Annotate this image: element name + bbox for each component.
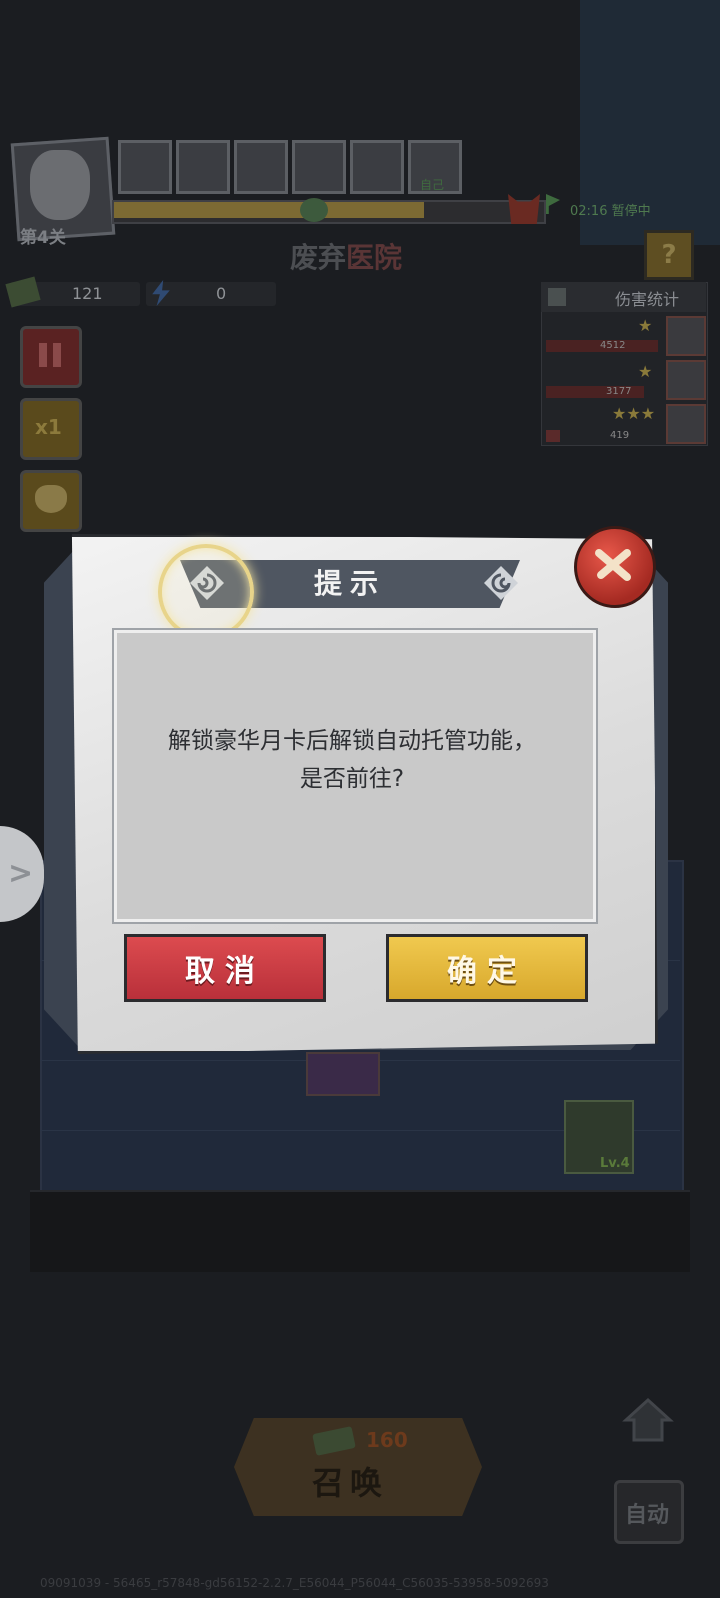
damage-value: 419: [610, 430, 630, 441]
pause-icon: [39, 343, 47, 367]
level-label: 第4关: [20, 228, 66, 248]
unit-level-label: Lv.4: [600, 1156, 630, 1171]
area-title-part1: 废弃: [290, 241, 347, 274]
team-portrait: [350, 140, 404, 194]
dialog-message: 解锁豪华月卡后解锁自动托管功能， 是否前往?: [114, 722, 590, 798]
auto-button[interactable]: 自动: [614, 1480, 684, 1544]
close-button[interactable]: [574, 526, 656, 608]
pause-icon: [53, 343, 61, 367]
cancel-button[interactable]: 取消: [124, 934, 326, 1002]
speed-label: x1: [35, 415, 62, 439]
progress-marker-icon: [300, 198, 328, 222]
summon-label: 召唤: [312, 1464, 389, 1502]
hero-avatar: [666, 360, 706, 400]
dialog-title: 提示: [313, 567, 386, 600]
team-portrait: [176, 140, 230, 194]
team-portrait: [118, 140, 172, 194]
monster-skull-icon: [35, 485, 67, 513]
damage-value: 3177: [606, 386, 632, 397]
team-portrait: [234, 140, 288, 194]
board-unit-card: [306, 1052, 380, 1096]
speed-button[interactable]: x1: [20, 398, 82, 460]
collapse-arrow-icon[interactable]: [548, 288, 566, 306]
hero-avatar: [666, 404, 706, 444]
pause-button[interactable]: [20, 326, 82, 388]
self-label: 自己: [420, 178, 445, 192]
dialog-message-line1: 解锁豪华月卡后解锁自动托管功能，: [168, 728, 536, 754]
dialog-message-line2: 是否前往?: [299, 766, 405, 792]
build-version-text: 09091039 - 56465_r57848-gd56152-2.2.7_E5…: [40, 1576, 549, 1590]
close-icon: [595, 549, 631, 581]
pause-timer: 02:16 暂停中: [570, 204, 651, 219]
help-button[interactable]: ?: [644, 230, 694, 280]
side-drawer-tab[interactable]: >: [0, 826, 44, 922]
flag-icon: [546, 194, 560, 214]
energy-value: 0: [216, 284, 227, 303]
star-rating: ★★★: [612, 404, 656, 423]
damage-bar: [546, 430, 560, 442]
skill-button[interactable]: [20, 470, 82, 532]
wave-progress-fill: [114, 202, 424, 218]
cash-value: 121: [72, 284, 103, 303]
star-rating: ★: [638, 316, 653, 335]
confirm-button[interactable]: 确定: [386, 934, 588, 1002]
damage-value: 4512: [600, 340, 626, 351]
area-title: 废弃医院: [290, 236, 402, 276]
star-rating: ★: [638, 362, 653, 381]
damage-stats-title: 伤害统计: [615, 290, 680, 309]
area-title-part2: 医院: [346, 241, 403, 274]
summon-cost: 160: [366, 1428, 408, 1452]
boss-cat-icon: [508, 194, 540, 224]
chevron-right-icon: >: [8, 856, 34, 891]
home-icon[interactable]: [622, 1396, 674, 1444]
team-portrait: [292, 140, 346, 194]
player-face-icon: [30, 150, 90, 220]
board-floor: [30, 1190, 690, 1272]
hero-avatar: [666, 316, 706, 356]
auto-label: 自动: [625, 1503, 670, 1528]
